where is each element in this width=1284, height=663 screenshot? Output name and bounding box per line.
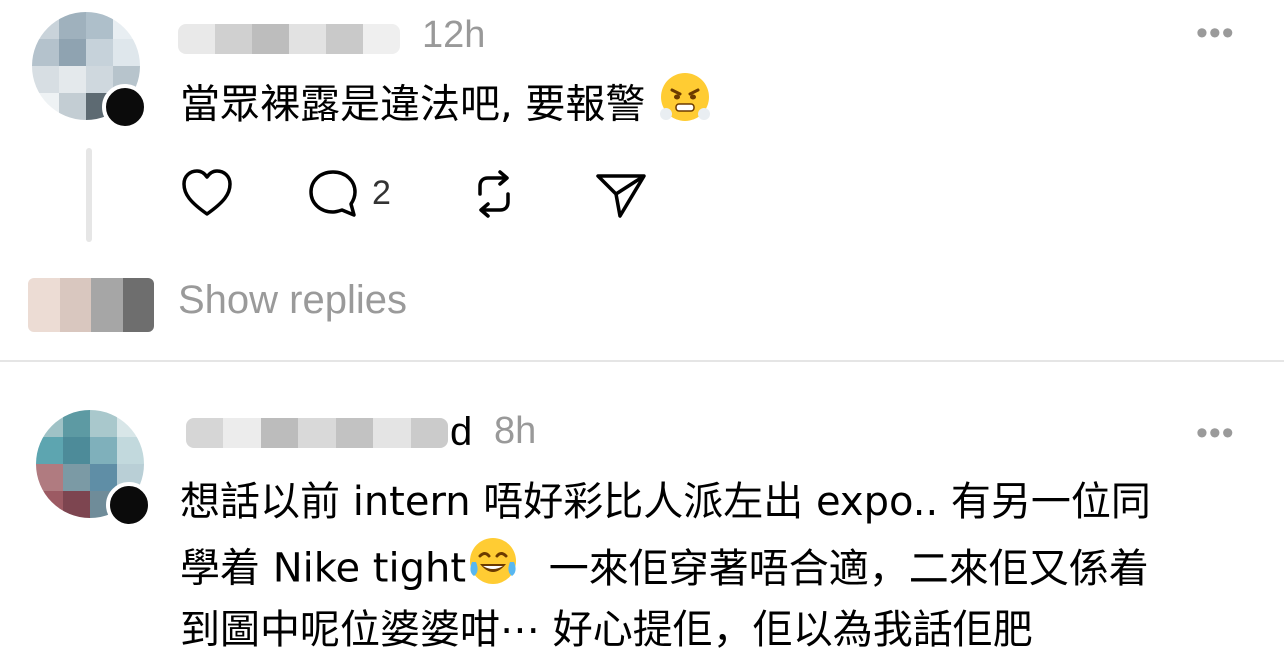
repost-icon	[478, 170, 510, 218]
share-button[interactable]	[594, 168, 648, 225]
username-redacted[interactable]	[178, 24, 400, 54]
comment-icon	[309, 170, 357, 217]
comment-line: 到圖中呢位婆婆咁⋯ 好心提佢，佢以為我話佢肥	[180, 607, 1033, 653]
send-icon	[596, 174, 646, 218]
show-replies-link[interactable]: Show replies	[178, 278, 407, 323]
comment-text-content: 當眾裸露是違法吧, 要報警	[180, 81, 646, 128]
more-options-button[interactable]: •••	[1196, 414, 1235, 453]
post-time: 12h	[422, 14, 486, 56]
comment-text: 當眾裸露是違法吧, 要報警	[180, 70, 712, 143]
reply-count: 2	[372, 174, 391, 212]
comment-line-text: 一來佢穿著唔合適，二來佢又係着	[548, 545, 1149, 592]
replier-avatars-redacted[interactable]	[28, 278, 154, 332]
comment-line: 想話以前 intern 唔好彩比人派左出 expo.. 有另一位同	[180, 479, 1151, 525]
username-redacted[interactable]	[186, 418, 448, 448]
follow-badge[interactable]	[106, 482, 152, 528]
like-button[interactable]	[180, 168, 234, 223]
username-visible[interactable]: d	[450, 410, 472, 455]
thread-line	[86, 148, 92, 242]
follow-badge[interactable]	[102, 84, 148, 130]
tears-of-joy-icon	[466, 534, 520, 607]
more-options-button[interactable]: •••	[1196, 14, 1235, 53]
heart-icon	[182, 169, 232, 216]
comment-line-text: 學着 Nike tight	[180, 545, 467, 592]
repost-button[interactable]	[468, 168, 520, 225]
divider	[0, 360, 1284, 362]
angry-huffing-face-icon	[658, 70, 712, 143]
comment-line: 學着 Nike tight 一來佢穿著唔合適，二來佢又係着	[180, 534, 1149, 607]
reply-button[interactable]	[306, 168, 360, 225]
post-time: 8h	[494, 410, 537, 452]
